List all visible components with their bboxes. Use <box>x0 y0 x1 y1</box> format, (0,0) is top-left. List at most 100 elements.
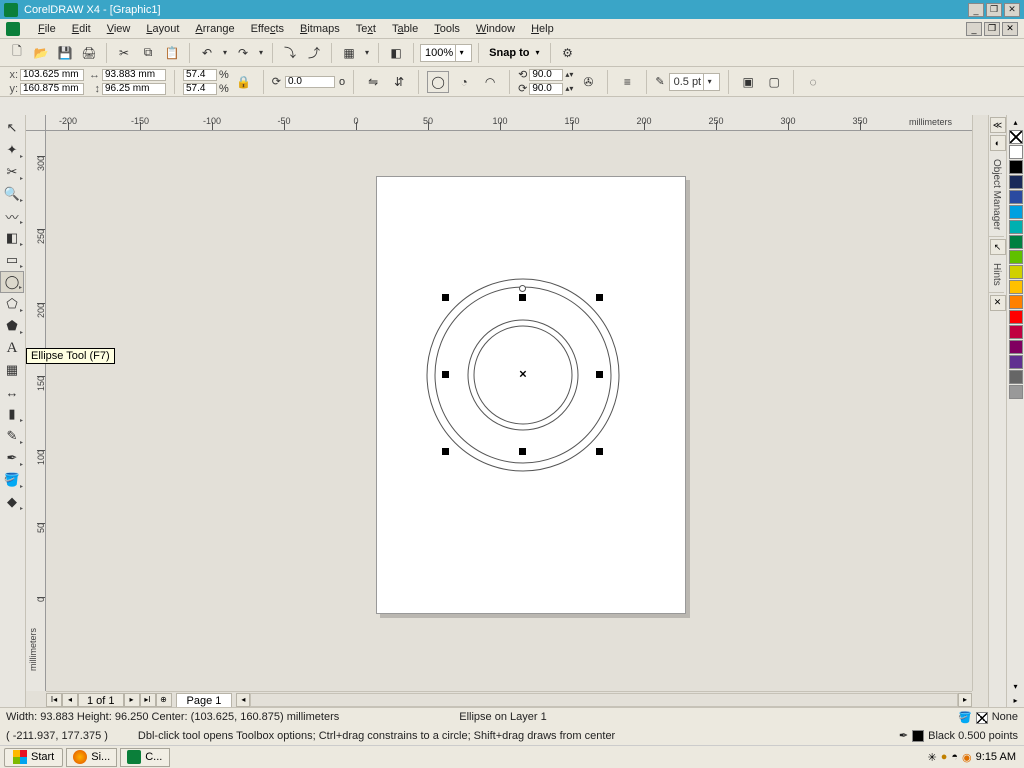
export-button[interactable]: ⤴ <box>303 42 325 64</box>
tray-icon[interactable]: ◓ <box>951 751 958 763</box>
mirror-h-button[interactable]: ⇋ <box>362 71 384 93</box>
horizontal-ruler[interactable]: millimeters -200-150-100-500501001502002… <box>46 115 972 131</box>
page-tab[interactable]: Page 1 <box>176 693 233 707</box>
close-button[interactable]: ✕ <box>1004 3 1020 17</box>
palette-scroll-down[interactable]: ▾ <box>1009 679 1023 693</box>
menu-help[interactable]: Help <box>523 19 562 39</box>
menu-table[interactable]: Table <box>384 19 426 39</box>
fill-swatch[interactable] <box>976 712 988 724</box>
color-swatch[interactable] <box>1009 220 1023 234</box>
docker-expand-button[interactable]: ≪ <box>990 117 1006 133</box>
first-page-button[interactable]: I◂ <box>46 693 62 707</box>
object-manager-tab[interactable]: Object Manager <box>989 153 1004 237</box>
selection-center[interactable]: ✕ <box>519 370 527 381</box>
height-input[interactable] <box>102 83 166 95</box>
freehand-tool[interactable]: 〰▸ <box>0 205 24 227</box>
outline-width-field[interactable]: 0.5 pt ▾ <box>669 73 721 91</box>
redo-button[interactable]: ↷ <box>232 42 254 64</box>
width-input[interactable] <box>102 69 166 81</box>
chevron-down-icon[interactable]: ▾ <box>455 45 467 61</box>
menu-layout[interactable]: Layout <box>138 19 187 39</box>
ruler-origin[interactable] <box>26 115 46 131</box>
options-button[interactable]: ⚙ <box>557 42 579 64</box>
lock-ratio-button[interactable]: 🔒 <box>233 71 255 93</box>
menu-tools[interactable]: Tools <box>426 19 468 39</box>
app-launcher-button[interactable]: ▦ <box>338 42 360 64</box>
selection-handle-r[interactable] <box>596 371 603 378</box>
drawing-canvas[interactable]: ✕ <box>46 131 972 691</box>
color-swatch[interactable] <box>1009 310 1023 324</box>
snap-field[interactable]: Snap to ▾ <box>485 44 543 62</box>
welcome-button[interactable]: ◧ <box>385 42 407 64</box>
add-page-button[interactable]: ⊕ <box>156 693 172 707</box>
menu-window[interactable]: Window <box>468 19 523 39</box>
color-swatch[interactable] <box>1009 280 1023 294</box>
ellipse-tool[interactable]: ◯▸ <box>0 271 24 293</box>
clock[interactable]: 9:15 AM <box>976 751 1016 763</box>
shape-tool[interactable]: ✦▸ <box>0 139 24 161</box>
fill-tool[interactable]: 🪣▸ <box>0 469 24 491</box>
chevron-down-icon[interactable]: ▾ <box>535 48 539 57</box>
dimension-tool[interactable]: ↔ <box>0 381 24 403</box>
docker-flyout-button[interactable]: ◐ <box>990 135 1006 151</box>
selection-handle-b[interactable] <box>519 448 526 455</box>
menu-view[interactable]: View <box>99 19 139 39</box>
outline-swatch[interactable] <box>912 730 924 742</box>
save-button[interactable]: 💾 <box>54 42 76 64</box>
color-swatch[interactable] <box>1009 325 1023 339</box>
scale-x-input[interactable] <box>183 69 217 81</box>
color-swatch[interactable] <box>1009 205 1023 219</box>
color-swatch[interactable] <box>1009 295 1023 309</box>
basic-shapes-tool[interactable]: ⬟▸ <box>0 315 24 337</box>
new-button[interactable]: 🗋 <box>6 42 28 64</box>
horizontal-scrollbar[interactable]: ◂▸ <box>236 693 972 707</box>
end-angle-input[interactable] <box>529 83 563 95</box>
mdi-close-button[interactable]: ✕ <box>1002 22 1018 36</box>
color-swatch[interactable] <box>1009 355 1023 369</box>
selection-handle-t[interactable] <box>519 294 526 301</box>
y-position-input[interactable] <box>20 83 84 95</box>
next-page-button[interactable]: ▸ <box>124 693 140 707</box>
pie-mode-button[interactable]: ◔ <box>453 71 475 93</box>
arc-mode-button[interactable]: ◠ <box>479 71 501 93</box>
vertical-ruler[interactable]: millimeters 300250200150100500 <box>26 131 46 691</box>
crop-tool[interactable]: ✂▸ <box>0 161 24 183</box>
ellipse-start-node[interactable] <box>519 285 526 292</box>
wrap-paragraph-button[interactable]: ≡ <box>616 71 638 93</box>
palette-scroll-up[interactable]: ▴ <box>1009 115 1023 129</box>
color-swatch[interactable] <box>1009 340 1023 354</box>
color-swatch[interactable] <box>1009 265 1023 279</box>
prev-page-button[interactable]: ◂ <box>62 693 78 707</box>
copy-button[interactable]: ⧉ <box>137 42 159 64</box>
color-swatch[interactable] <box>1009 250 1023 264</box>
convert-curves-button[interactable]: ◌ <box>802 71 824 93</box>
menu-arrange[interactable]: Arrange <box>187 19 242 39</box>
table-tool[interactable]: ▦ <box>0 359 24 381</box>
cut-button[interactable]: ✂ <box>113 42 135 64</box>
redo-dropdown[interactable]: ▾ <box>256 42 266 64</box>
to-back-button[interactable]: ▢ <box>763 71 785 93</box>
paste-button[interactable]: 📋 <box>161 42 183 64</box>
menu-effects[interactable]: Effects <box>243 19 292 39</box>
import-button[interactable]: ⤵ <box>279 42 301 64</box>
app-launcher-dropdown[interactable]: ▾ <box>362 42 372 64</box>
outline-tool[interactable]: ✒▸ <box>0 447 24 469</box>
polygon-tool[interactable]: ⬠▸ <box>0 293 24 315</box>
color-swatch[interactable] <box>1009 175 1023 189</box>
x-position-input[interactable] <box>20 69 84 81</box>
color-swatch[interactable] <box>1009 235 1023 249</box>
eyedropper-tool[interactable]: ✎▸ <box>0 425 24 447</box>
menu-bitmaps[interactable]: Bitmaps <box>292 19 348 39</box>
minimize-button[interactable]: _ <box>968 3 984 17</box>
tray-icon[interactable]: ◉ <box>962 751 972 764</box>
selection-handle-bl[interactable] <box>442 448 449 455</box>
docker-close-button[interactable]: ✕ <box>990 295 1006 311</box>
tray-icon[interactable]: ✳ <box>928 751 937 764</box>
pick-tool[interactable]: ↖ <box>0 117 24 139</box>
tray-icon[interactable]: ● <box>941 751 948 763</box>
mdi-restore-button[interactable]: ❐ <box>984 22 1000 36</box>
mirror-v-button[interactable]: ⇵ <box>388 71 410 93</box>
selection-handle-l[interactable] <box>442 371 449 378</box>
color-swatch[interactable] <box>1009 160 1023 174</box>
color-swatch[interactable] <box>1009 145 1023 159</box>
